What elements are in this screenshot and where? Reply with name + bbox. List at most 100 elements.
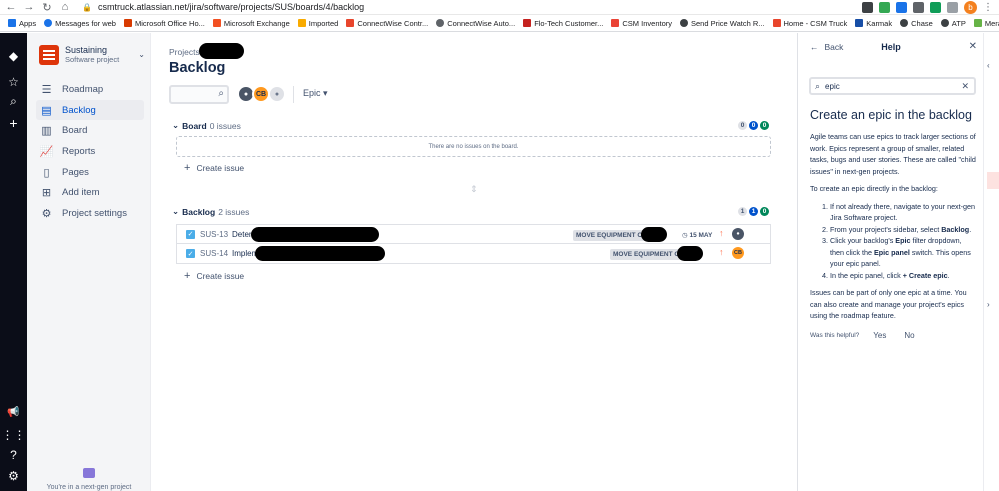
settings-gear-icon[interactable]: ⚙ [5,467,22,484]
bookmarks-bar: Apps Messages for web Microsoft Office H… [0,15,999,32]
issue-key[interactable]: SUS-13 [200,230,228,239]
project-type: Software project [65,55,120,65]
extension-icon[interactable] [896,1,907,13]
search-input[interactable]: ⌕ [169,85,229,104]
sidebar-item-add-item[interactable]: ⊞ Add item [36,182,144,202]
puzzle-icon[interactable] [947,1,958,13]
no-button[interactable]: No [900,328,918,345]
bookmark[interactable]: Flo-Tech Customer... [523,19,603,28]
step: From your project's sidebar, select Back… [830,224,976,236]
drag-handle-icon[interactable]: ⇕ [470,184,478,195]
breadcrumb[interactable]: Projects [169,47,200,57]
search-icon[interactable]: ⌕ [5,93,22,110]
notification-badge [987,172,999,189]
roadmap-icon: ☰ [41,83,52,96]
bookmark[interactable]: Messages for web [44,19,116,28]
address-bar[interactable]: 🔒 csmtruck.atlassian.net/jira/software/p… [82,2,862,12]
create-issue-button[interactable]: + Create issue [184,162,244,174]
menu-kebab-icon[interactable]: ⋮ [983,2,993,13]
assignee-avatar[interactable]: CB [732,247,744,259]
bookmark[interactable]: ConnectWise Contr... [346,19,428,28]
epic-filter-dropdown[interactable]: Epic ▾ [303,88,328,99]
chevron-down-icon: ▾ [323,88,328,98]
redacted-epic-suffix [641,227,667,242]
due-date: ◷ 15 MAY [682,232,713,239]
project-name: Sustaining [65,44,108,55]
jira-logo-icon[interactable]: ◆ [5,47,22,64]
bookmark[interactable]: Chase [900,19,933,28]
sidebar-item-pages[interactable]: ▯ Pages [36,162,144,182]
board-icon: ▥ [41,124,52,137]
bookmark[interactable]: Karmak [855,19,892,28]
profile-avatar[interactable]: b [964,0,977,14]
bookmark[interactable]: Home - CSM Truck [772,19,847,28]
reload-icon[interactable]: ↻ [40,0,54,14]
home-icon[interactable]: ⌂ [58,0,72,14]
article-body: Agile teams can use epics to track large… [810,131,976,345]
add-icon: ⊞ [41,186,52,199]
chevron-right-icon[interactable]: › [987,300,990,309]
issue-row[interactable]: ✓ SUS-13 Determi MOVE EQUIPMENT OUT ◷ 15… [176,224,771,244]
sidebar-item-roadmap[interactable]: ☰ Roadmap [36,79,144,99]
issue-key[interactable]: SUS-14 [200,249,228,258]
help-search-input[interactable]: ⌕ epic ✕ [809,77,976,95]
extension-icon[interactable] [879,1,890,13]
backlog-main: Projects Backlog ⌕ ● CB ● Epic ▾ ⌄ Board… [152,33,796,491]
project-header[interactable]: Sustaining Software project ⌄ [39,45,147,65]
sidebar-item-backlog[interactable]: ▤ Backlog [36,100,144,120]
bookmark[interactable]: Imported [297,19,338,28]
issue-row[interactable]: ✓ SUS-14 Impleme MOVE EQUIPMENT OUT ↑ CB [176,244,771,264]
back-arrow-icon[interactable]: ← [4,0,18,14]
status-counts: 0 0 0 [738,121,769,130]
bookmark[interactable]: ATP [940,19,966,28]
next-gen-notice[interactable]: You're in a next-gen project [27,468,151,491]
chevron-left-icon[interactable]: ‹ [987,61,990,70]
backlog-section-header[interactable]: ⌄ Backlog 2 issues [172,206,249,217]
bookmark[interactable]: Microsoft Exchange [212,19,290,28]
bookmark[interactable]: Send Price Watch R... [680,19,765,28]
clear-icon[interactable]: ✕ [961,81,969,92]
bookmark[interactable]: ConnectWise Auto... [436,19,515,28]
backlog-icon: ▤ [41,104,52,117]
sidebar-item-reports[interactable]: 📈 Reports [36,141,144,161]
more-people-icon[interactable]: ● [268,85,286,103]
assignee-avatar[interactable]: ● [732,228,744,240]
priority-high-icon: ↑ [719,228,724,238]
create-issue-button[interactable]: + Create issue [184,270,244,282]
star-icon[interactable]: ☆ [5,73,22,90]
bookmark[interactable]: CSM Inventory [611,19,672,28]
extension-icon[interactable] [862,1,873,13]
feedback: Was this helpful? Yes No [810,328,976,345]
bookmark[interactable]: Microsoft Office Ho... [123,19,205,28]
done-count: 0 [760,121,769,130]
chevron-down-icon: ⌄ [172,206,180,216]
extension-icon[interactable] [913,1,924,13]
close-icon[interactable]: ✕ [969,41,977,52]
url-text: csmtruck.atlassian.net/jira/software/pro… [97,2,365,12]
extension-icon[interactable] [930,1,941,13]
status-counts: 1 1 0 [738,207,769,216]
board-section-header[interactable]: ⌄ Board 0 issues [172,120,241,131]
yes-button[interactable]: Yes [869,328,890,345]
help-icon[interactable]: ? [5,446,22,463]
flotech-icon [523,19,532,27]
divider [293,86,294,103]
priority-high-icon: ↑ [719,247,724,257]
in-progress-count: 0 [749,121,758,130]
bookmark[interactable]: Apps [8,19,36,28]
forward-arrow-icon[interactable]: → [22,0,36,14]
sidebar-item-project-settings[interactable]: ⚙ Project settings [36,203,144,223]
megaphone-icon[interactable]: 📢 [5,404,22,421]
browser-toolbar: ← → ↻ ⌂ 🔒 csmtruck.atlassian.net/jira/so… [0,0,999,15]
help-title: Help [881,42,901,52]
create-plus-icon[interactable]: + [5,114,22,131]
apps-grid-icon [8,19,16,27]
empty-board-dropzone: There are no issues on the board. [176,136,771,157]
bookmark[interactable]: Meraki Dashboard... [973,19,999,28]
clock-icon: ◷ [682,232,688,239]
chevron-down-icon[interactable]: ⌄ [138,50,145,59]
sidebar-item-board[interactable]: ▥ Board [36,120,144,140]
redacted-summary [251,227,379,242]
redacted-summary [255,246,385,261]
app-switcher-icon[interactable]: ⋮⋮ [2,426,26,443]
